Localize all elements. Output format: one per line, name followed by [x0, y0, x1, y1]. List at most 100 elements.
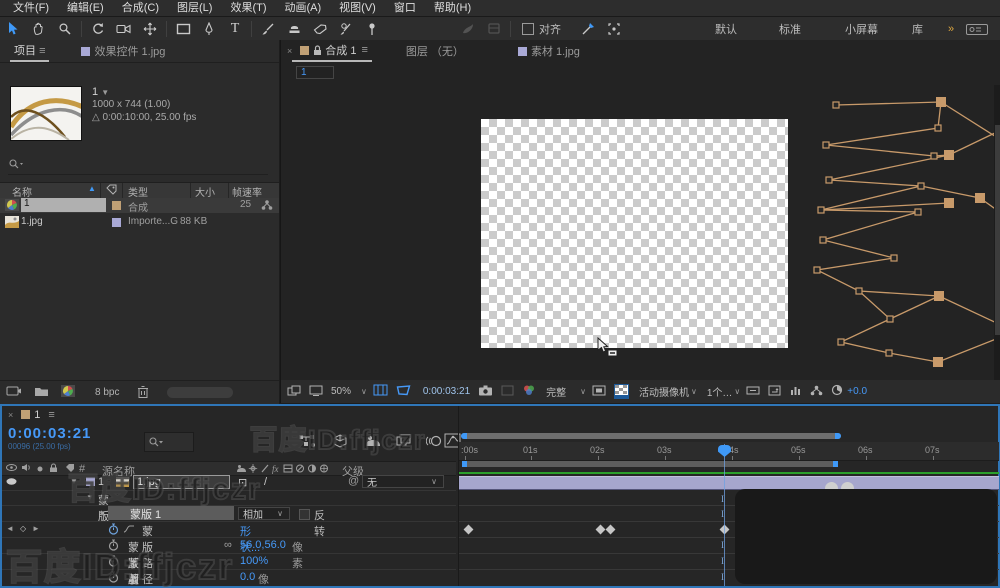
fast-previews-icon[interactable] [789, 385, 802, 399]
link-dimensions-icon[interactable]: ∞ [224, 539, 232, 551]
stopwatch-icon[interactable] [108, 523, 119, 538]
trash-icon[interactable] [137, 385, 149, 401]
tab-composition-1[interactable]: 合成 1 ≡ [292, 40, 372, 62]
exposure-value[interactable]: +0.0 [847, 386, 867, 397]
playhead-line[interactable] [724, 444, 725, 586]
stopwatch-icon[interactable] [108, 539, 119, 554]
zoom-tool-icon[interactable] [52, 19, 78, 39]
project-bpc[interactable]: 8 bpc [95, 387, 119, 398]
multi-view-icon[interactable] [287, 385, 301, 399]
mask-path-label[interactable]: 蒙版路径 [142, 523, 153, 587]
resolution-dropdown[interactable]: 完整 [546, 384, 566, 399]
layer-duration-bar[interactable] [459, 476, 999, 490]
workspace-small-screen[interactable]: 小屏幕 [845, 21, 878, 37]
layer-quality-slash[interactable]: / [264, 476, 267, 488]
label-column-icon[interactable] [106, 184, 117, 198]
preview-monitor-icon[interactable] [309, 385, 323, 399]
selection-tool-icon[interactable] [0, 19, 26, 39]
camera-dropdown[interactable]: 活动摄像机 [639, 384, 689, 399]
mask-path-overlay[interactable] [811, 85, 1000, 380]
draft-3d-icon[interactable] [332, 434, 348, 451]
stopwatch-icon[interactable] [108, 555, 119, 570]
project-row-footage[interactable]: 1.jpg Importe...G 88 KB [0, 215, 279, 230]
viewer-timecode[interactable]: 0:00:03:21 [423, 386, 470, 397]
col-size[interactable]: 大小 [195, 184, 215, 199]
tab-footage[interactable]: 素材 1.jpg [514, 43, 580, 59]
hand-tool-icon[interactable] [26, 19, 52, 39]
project-row-comp[interactable]: 1 合成 25 [0, 198, 279, 213]
footage-name-cell[interactable]: 1.jpg [21, 216, 43, 227]
rotation-tool-icon[interactable] [85, 19, 111, 39]
share-view-icon[interactable] [746, 385, 760, 399]
keyframe-diamond[interactable] [606, 525, 616, 535]
comp-mini-nav-dropdown[interactable]: 1 [296, 66, 334, 79]
keyframe-diamond[interactable] [596, 525, 606, 535]
tab-effect-controls[interactable]: 效果控件 1.jpg [77, 43, 165, 59]
layer-quality-switch[interactable]: ⊡ [238, 476, 247, 489]
camera-tool-icon[interactable] [111, 19, 137, 39]
menu-view[interactable]: 视图(V) [330, 0, 385, 16]
mask-expansion-value[interactable]: 0.0 [240, 571, 255, 583]
workspace-libraries[interactable]: 库 [912, 21, 923, 37]
roto-brush-tool-icon[interactable] [333, 19, 359, 39]
menu-help[interactable]: 帮助(H) [425, 0, 480, 16]
keyframe-graph-icon[interactable] [123, 524, 135, 537]
project-search-input[interactable] [8, 158, 268, 175]
tab-project[interactable]: 项目 ≡ [10, 40, 49, 62]
keyframe-nav-diamond-icon[interactable]: ◇ [20, 524, 26, 533]
col-fps[interactable]: 帧速率 [232, 184, 262, 199]
shy-layers-icon[interactable] [364, 434, 382, 451]
panel-menu-icon[interactable]: ≡ [48, 409, 54, 421]
index-column-header[interactable]: # [79, 463, 85, 475]
mask-toggle-icon[interactable] [396, 384, 411, 399]
group-expand-arrow[interactable]: ▼ [86, 493, 94, 502]
transparency-grid-icon[interactable] [614, 384, 629, 399]
menu-effect[interactable]: 效果(T) [221, 0, 275, 16]
work-area-bar[interactable] [462, 461, 838, 467]
snap-icon[interactable] [575, 19, 601, 39]
tab-timeline-comp[interactable]: 1 [34, 409, 40, 421]
menu-animation[interactable]: 动画(A) [276, 0, 331, 16]
timeline-search-input[interactable] [144, 432, 194, 452]
comp-label-chip[interactable] [112, 201, 121, 210]
tab-layer[interactable]: 图层 （无） [406, 43, 464, 59]
brush-tool-icon[interactable] [255, 19, 281, 39]
keyframe-diamond[interactable] [464, 525, 474, 535]
zoom-level-dropdown[interactable]: 50% [331, 386, 351, 397]
layer-source-name[interactable]: 1.jpg [133, 475, 230, 489]
safe-margins-icon[interactable] [373, 384, 388, 399]
menu-edit[interactable]: 编辑(E) [58, 0, 113, 16]
keyframe-nav-next-icon[interactable]: ► [32, 524, 40, 533]
menu-window[interactable]: 窗口 [385, 0, 425, 16]
comp-mini-flowchart-icon[interactable] [298, 434, 316, 451]
clone-stamp-tool-icon[interactable] [281, 19, 307, 39]
new-folder-icon[interactable] [34, 385, 49, 400]
menu-file[interactable]: 文件(F) [4, 0, 58, 16]
layer-row[interactable]: ▼ 1 1.jpg ⊡ / @ 无∨ [2, 475, 456, 489]
parent-pickwhip-icon[interactable]: @ [348, 475, 359, 487]
footage-label-chip[interactable] [112, 218, 121, 227]
align-checkbox[interactable] [522, 23, 534, 35]
reset-exposure-icon[interactable] [831, 384, 843, 399]
mask-visibility-icon[interactable] [601, 19, 627, 39]
keyframe-nav-prev-icon[interactable]: ◄ [6, 524, 17, 533]
mask-invert-checkbox[interactable] [299, 509, 310, 520]
mask-opacity-value[interactable]: 100% [240, 555, 268, 567]
show-channel-icon[interactable] [522, 384, 536, 399]
layer-visibility-eye-icon[interactable] [6, 477, 17, 489]
frame-blending-icon[interactable] [396, 434, 412, 451]
snapshot-icon[interactable] [478, 385, 493, 399]
sort-asc-icon[interactable]: ▲ [88, 184, 96, 193]
region-of-interest-icon[interactable] [592, 385, 606, 399]
workspace-default[interactable]: 默认 [715, 21, 737, 37]
comp-name-cell[interactable]: 1 [21, 198, 106, 212]
motion-blur-icon[interactable] [426, 434, 442, 451]
layer-expand-arrow[interactable]: ▼ [70, 477, 78, 486]
flowchart-icon[interactable] [810, 385, 823, 399]
eraser-tool-icon[interactable] [307, 19, 333, 39]
timeline-tab-close-icon[interactable]: × [8, 410, 13, 420]
search-workspace-icon[interactable] [966, 24, 988, 35]
pan-behind-tool-icon[interactable] [137, 19, 163, 39]
time-navigator-bar[interactable] [461, 433, 841, 439]
current-time-display[interactable]: 0:00:03:21 [8, 425, 91, 442]
